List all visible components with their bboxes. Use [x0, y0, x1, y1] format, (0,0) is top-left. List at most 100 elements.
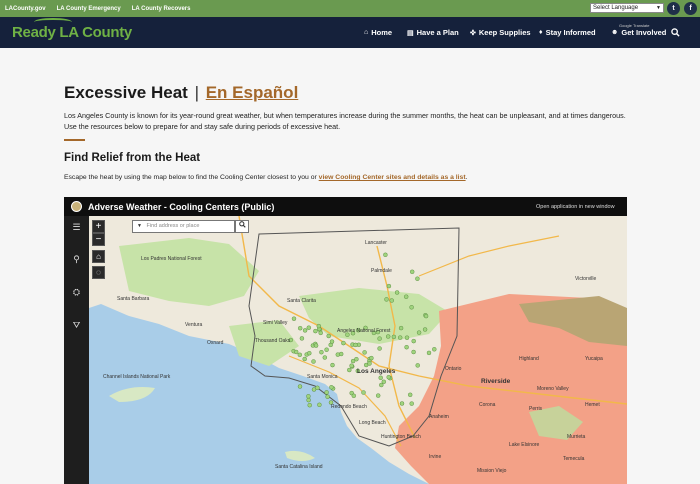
cooling-center-marker[interactable] — [329, 385, 334, 390]
cooling-center-marker[interactable] — [330, 362, 335, 368]
filter-icon[interactable]: ⛛ — [70, 319, 83, 332]
cooling-center-marker[interactable] — [319, 349, 324, 355]
cooling-center-marker[interactable] — [353, 342, 358, 348]
cooling-center-marker[interactable] — [349, 363, 354, 368]
place-label: Palmdale — [371, 268, 392, 274]
cooling-center-marker[interactable] — [398, 325, 404, 331]
open-in-new-window-link[interactable]: Open application in new window — [536, 204, 615, 210]
nav-item-keep-supplies[interactable]: ✜ Keep Supplies — [470, 28, 531, 37]
cooling-center-marker[interactable] — [391, 334, 397, 340]
cooling-center-marker[interactable] — [317, 402, 322, 408]
cooling-center-marker[interactable] — [351, 393, 356, 399]
cooling-center-marker[interactable] — [432, 347, 437, 352]
cooling-center-marker[interactable] — [306, 325, 312, 330]
cooling-center-marker[interactable] — [411, 338, 416, 344]
cooling-center-marker[interactable] — [408, 392, 413, 398]
cooling-center-marker[interactable] — [426, 350, 432, 356]
search-icon[interactable] — [671, 28, 680, 39]
cooling-center-marker[interactable] — [324, 347, 329, 352]
cooling-center-marker[interactable] — [389, 298, 394, 303]
layers-icon[interactable]: ⛭ — [70, 286, 83, 299]
cooling-center-marker[interactable] — [354, 356, 359, 362]
cooling-center-marker[interactable] — [297, 384, 303, 389]
cooling-center-marker[interactable] — [411, 349, 416, 355]
cooling-center-marker[interactable] — [361, 390, 366, 395]
nav-item-home[interactable]: ⌂ Home — [364, 28, 392, 37]
cooling-center-marker[interactable] — [377, 336, 382, 341]
locate-icon[interactable]: ◌ — [92, 266, 105, 279]
cooling-center-marker[interactable] — [313, 328, 318, 334]
map-canvas[interactable]: + − ⌂ ◌ ▼ Find address or place Lancaste… — [89, 215, 627, 484]
cooling-center-marker[interactable] — [398, 335, 403, 340]
cooling-center-marker[interactable] — [416, 330, 422, 335]
twitter-icon[interactable]: t — [667, 2, 680, 15]
cooling-center-marker[interactable] — [329, 339, 335, 344]
cooling-center-marker[interactable] — [302, 328, 308, 333]
pin-icon[interactable]: ⚲ — [70, 253, 83, 266]
cooling-center-marker[interactable] — [291, 316, 297, 321]
cooling-center-marker[interactable] — [404, 344, 409, 350]
address-search-input[interactable]: ▼ Find address or place — [132, 220, 235, 233]
cooling-center-marker[interactable] — [404, 335, 410, 340]
la-county-emergency-link[interactable]: LA County Emergency — [57, 6, 121, 12]
cooling-center-marker[interactable] — [297, 352, 303, 358]
ready-la-county-logo[interactable]: Ready LA County — [12, 18, 132, 41]
cooling-center-marker[interactable] — [302, 356, 307, 362]
cooling-center-marker[interactable] — [423, 313, 429, 319]
cooling-center-marker[interactable] — [415, 276, 420, 281]
list-icon[interactable]: ☰ — [70, 221, 83, 234]
cooling-center-marker[interactable] — [383, 252, 388, 257]
cooling-center-marker[interactable] — [311, 387, 317, 392]
cooling-center-marker[interactable] — [409, 305, 414, 310]
cooling-center-marker[interactable] — [381, 379, 386, 385]
cooling-center-marker[interactable] — [378, 375, 383, 381]
cooling-center-marker[interactable] — [324, 390, 329, 395]
cooling-center-marker[interactable] — [307, 402, 312, 408]
cooling-center-marker[interactable] — [367, 361, 372, 366]
cooling-center-marker[interactable] — [316, 323, 322, 329]
en-espanol-link[interactable]: En Español — [206, 83, 299, 102]
cooling-center-marker[interactable] — [376, 393, 381, 398]
nav-item-have-a-plan[interactable]: ▤ Have a Plan — [407, 28, 459, 37]
nav-label-have-a-plan: Have a Plan — [416, 28, 459, 37]
cooling-center-marker[interactable] — [377, 346, 382, 351]
cooling-center-marker[interactable] — [306, 397, 311, 403]
cooling-center-marker[interactable] — [293, 349, 299, 355]
cooling-center-marker[interactable] — [394, 290, 400, 295]
facebook-icon[interactable]: f — [684, 2, 697, 15]
language-select[interactable]: Select Language ▼ — [590, 3, 664, 13]
nav-item-stay-informed[interactable]: ♦ Stay Informed — [539, 28, 596, 37]
cooling-center-marker[interactable] — [347, 367, 352, 373]
la-county-recovers-link[interactable]: LA County Recovers — [132, 6, 191, 12]
cooling-center-marker[interactable] — [404, 294, 409, 299]
cooling-center-list-link[interactable]: view Cooling Center sites and details as… — [319, 174, 466, 181]
lacounty-gov-link[interactable]: LACounty.gov — [5, 6, 46, 12]
zoom-in-button[interactable]: + — [92, 220, 105, 233]
cooling-center-marker[interactable] — [409, 401, 414, 406]
cooling-center-marker[interactable] — [386, 283, 392, 289]
cooling-center-marker[interactable] — [384, 297, 389, 302]
cooling-center-marker[interactable] — [307, 350, 312, 356]
cooling-center-marker[interactable] — [386, 374, 391, 380]
cooling-center-marker[interactable] — [313, 343, 319, 348]
cooling-center-marker[interactable] — [297, 325, 303, 331]
cooling-center-marker[interactable] — [362, 350, 367, 355]
cooling-center-marker[interactable] — [341, 340, 346, 346]
nav-item-get-involved[interactable]: ☻ Get Involved — [611, 28, 666, 37]
cooling-center-marker[interactable] — [422, 327, 428, 332]
cooling-center-marker[interactable] — [335, 352, 341, 357]
cooling-center-marker[interactable] — [386, 334, 391, 339]
cooling-center-marker[interactable] — [326, 333, 331, 339]
home-extent-icon[interactable]: ⌂ — [92, 250, 105, 263]
cooling-center-marker[interactable] — [415, 363, 420, 368]
cooling-center-marker[interactable] — [410, 269, 415, 274]
zoom-out-button[interactable]: − — [92, 233, 105, 246]
cooling-center-marker[interactable] — [306, 394, 311, 399]
cooling-center-marker[interactable] — [325, 394, 330, 399]
cooling-center-marker[interactable] — [318, 330, 323, 336]
cooling-center-marker[interactable] — [322, 355, 328, 360]
cooling-center-marker[interactable] — [299, 336, 305, 341]
cooling-center-marker[interactable] — [399, 401, 405, 406]
search-button[interactable] — [235, 220, 249, 233]
cooling-center-marker[interactable] — [311, 359, 316, 364]
